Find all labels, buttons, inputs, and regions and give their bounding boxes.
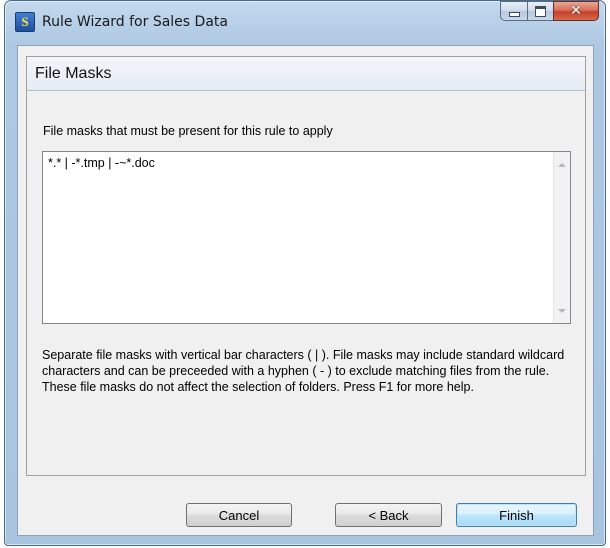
dialog-client-area: File Masks File masks that must be prese… xyxy=(17,45,594,536)
maximize-button[interactable] xyxy=(527,1,553,21)
file-masks-value[interactable]: *.* | -*.tmp | -~*.doc xyxy=(48,156,155,170)
dialog-window: S Rule Wizard for Sales Data ✕ File Mask… xyxy=(4,0,606,546)
finish-button[interactable]: Finish xyxy=(456,503,577,527)
back-button[interactable]: < Back xyxy=(335,503,442,527)
panel-header: File Masks xyxy=(27,57,585,91)
vertical-scrollbar[interactable] xyxy=(553,152,570,323)
help-description: Separate file masks with vertical bar ch… xyxy=(42,348,565,394)
file-masks-textarea[interactable]: *.* | -*.tmp | -~*.doc xyxy=(42,151,571,324)
maximize-icon xyxy=(535,5,546,17)
scroll-down-arrow-icon[interactable] xyxy=(558,309,566,313)
scroll-up-arrow-icon[interactable] xyxy=(558,163,566,167)
title-bar[interactable]: S Rule Wizard for Sales Data ✕ xyxy=(5,1,605,45)
caption-buttons: ✕ xyxy=(500,1,599,21)
close-icon: ✕ xyxy=(570,3,582,19)
window-title: Rule Wizard for Sales Data xyxy=(42,14,228,30)
app-icon[interactable]: S xyxy=(15,12,35,32)
file-masks-label: File masks that must be present for this… xyxy=(43,124,333,138)
minimize-button[interactable] xyxy=(500,1,527,21)
wizard-page-panel: File Masks File masks that must be prese… xyxy=(26,56,586,476)
close-button[interactable]: ✕ xyxy=(553,1,599,21)
minimize-icon xyxy=(508,12,520,17)
cancel-button[interactable]: Cancel xyxy=(186,503,292,527)
page-title: File Masks xyxy=(35,65,112,82)
